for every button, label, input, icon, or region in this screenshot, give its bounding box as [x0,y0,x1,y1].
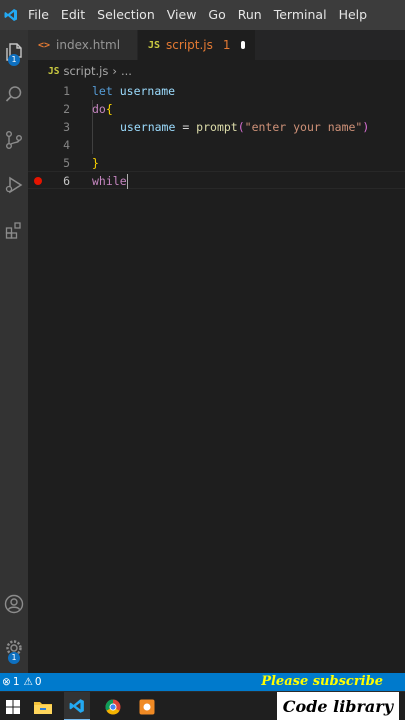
unsaved-dot-icon[interactable] [240,41,245,49]
error-count: 1 [12,676,20,688]
menu-selection[interactable]: Selection [91,0,161,30]
menu-view[interactable]: View [161,0,203,30]
tab-label: script.js [166,38,213,52]
menu-help[interactable]: Help [333,0,374,30]
menu-bar: File Edit Selection View Go Run Terminal… [0,0,405,30]
subscribe-overlay: Please subscribe [261,674,383,689]
menu-terminal[interactable]: Terminal [268,0,333,30]
code-text: do{ [92,102,113,116]
text-cursor [126,174,129,189]
code-text: } [92,156,99,170]
js-file-icon: JS [148,39,161,51]
html-file-icon: <> [38,39,51,51]
tab-problem-count: 1 [222,38,231,52]
menu-edit[interactable]: Edit [55,0,91,30]
line-number: 5 [63,156,70,170]
code-text: while [92,174,129,189]
code-editor[interactable]: 1 let username 2 do{ 3 username = prompt… [28,82,405,673]
code-text: username = prompt("enter your name") [120,120,370,134]
line-number: 6 [63,174,70,188]
taskbar: Code library [0,691,405,720]
run-debug-icon[interactable] [0,167,28,203]
code-line[interactable]: 1 let username [28,82,405,100]
error-icon: ⊗ [2,676,11,688]
breakpoint-icon[interactable] [34,177,42,185]
js-file-icon: JS [48,65,60,77]
line-number: 1 [63,84,70,98]
menu-file[interactable]: File [22,0,55,30]
code-line[interactable]: 3 username = prompt("enter your name") [28,118,405,136]
file-explorer-icon[interactable] [30,692,56,720]
code-text: let username [92,84,176,98]
breadcrumb: JS script.js › ... [28,60,405,82]
tab-label: index.html [56,38,121,52]
extensions-icon[interactable] [0,212,28,248]
chrome-icon[interactable] [100,692,126,720]
source-control-icon[interactable] [0,122,28,158]
tab-index-html[interactable]: <> index.html [28,30,138,60]
account-icon[interactable] [0,586,28,622]
explorer-badge: 1 [8,54,20,66]
breadcrumb-file[interactable]: script.js [63,64,108,78]
vscode-logo-icon [0,0,22,30]
channel-watermark: Code library [276,692,399,720]
menu-go[interactable]: Go [202,0,231,30]
app-orange-icon[interactable] [134,692,160,720]
code-line-current[interactable]: 6 while [28,171,405,189]
problems-indicator[interactable]: ⊗ 1 ⚠ 0 [0,676,42,688]
activity-bar: 1 1 [0,30,28,673]
menu-run[interactable]: Run [232,0,268,30]
code-line[interactable]: 4 [28,136,405,154]
warning-icon: ⚠ [23,676,33,688]
breadcrumb-more[interactable]: ... [121,64,132,78]
chevron-right-icon: › [112,64,117,78]
code-line[interactable]: 2 do{ [28,100,405,118]
search-icon[interactable] [0,76,28,112]
settings-badge: 1 [8,652,20,664]
windows-start-icon[interactable] [0,692,26,720]
line-number: 2 [63,102,70,116]
line-number: 4 [63,138,70,152]
editor-tab-bar: <> index.html JS script.js 1 [28,30,405,60]
line-number: 3 [63,120,70,134]
vscode-taskbar-icon[interactable] [64,692,90,720]
code-line[interactable]: 5 } [28,154,405,172]
status-bar: ⊗ 1 ⚠ 0 Please subscribe [0,673,405,691]
tab-script-js[interactable]: JS script.js 1 [138,30,256,60]
warning-count: 0 [34,676,42,688]
